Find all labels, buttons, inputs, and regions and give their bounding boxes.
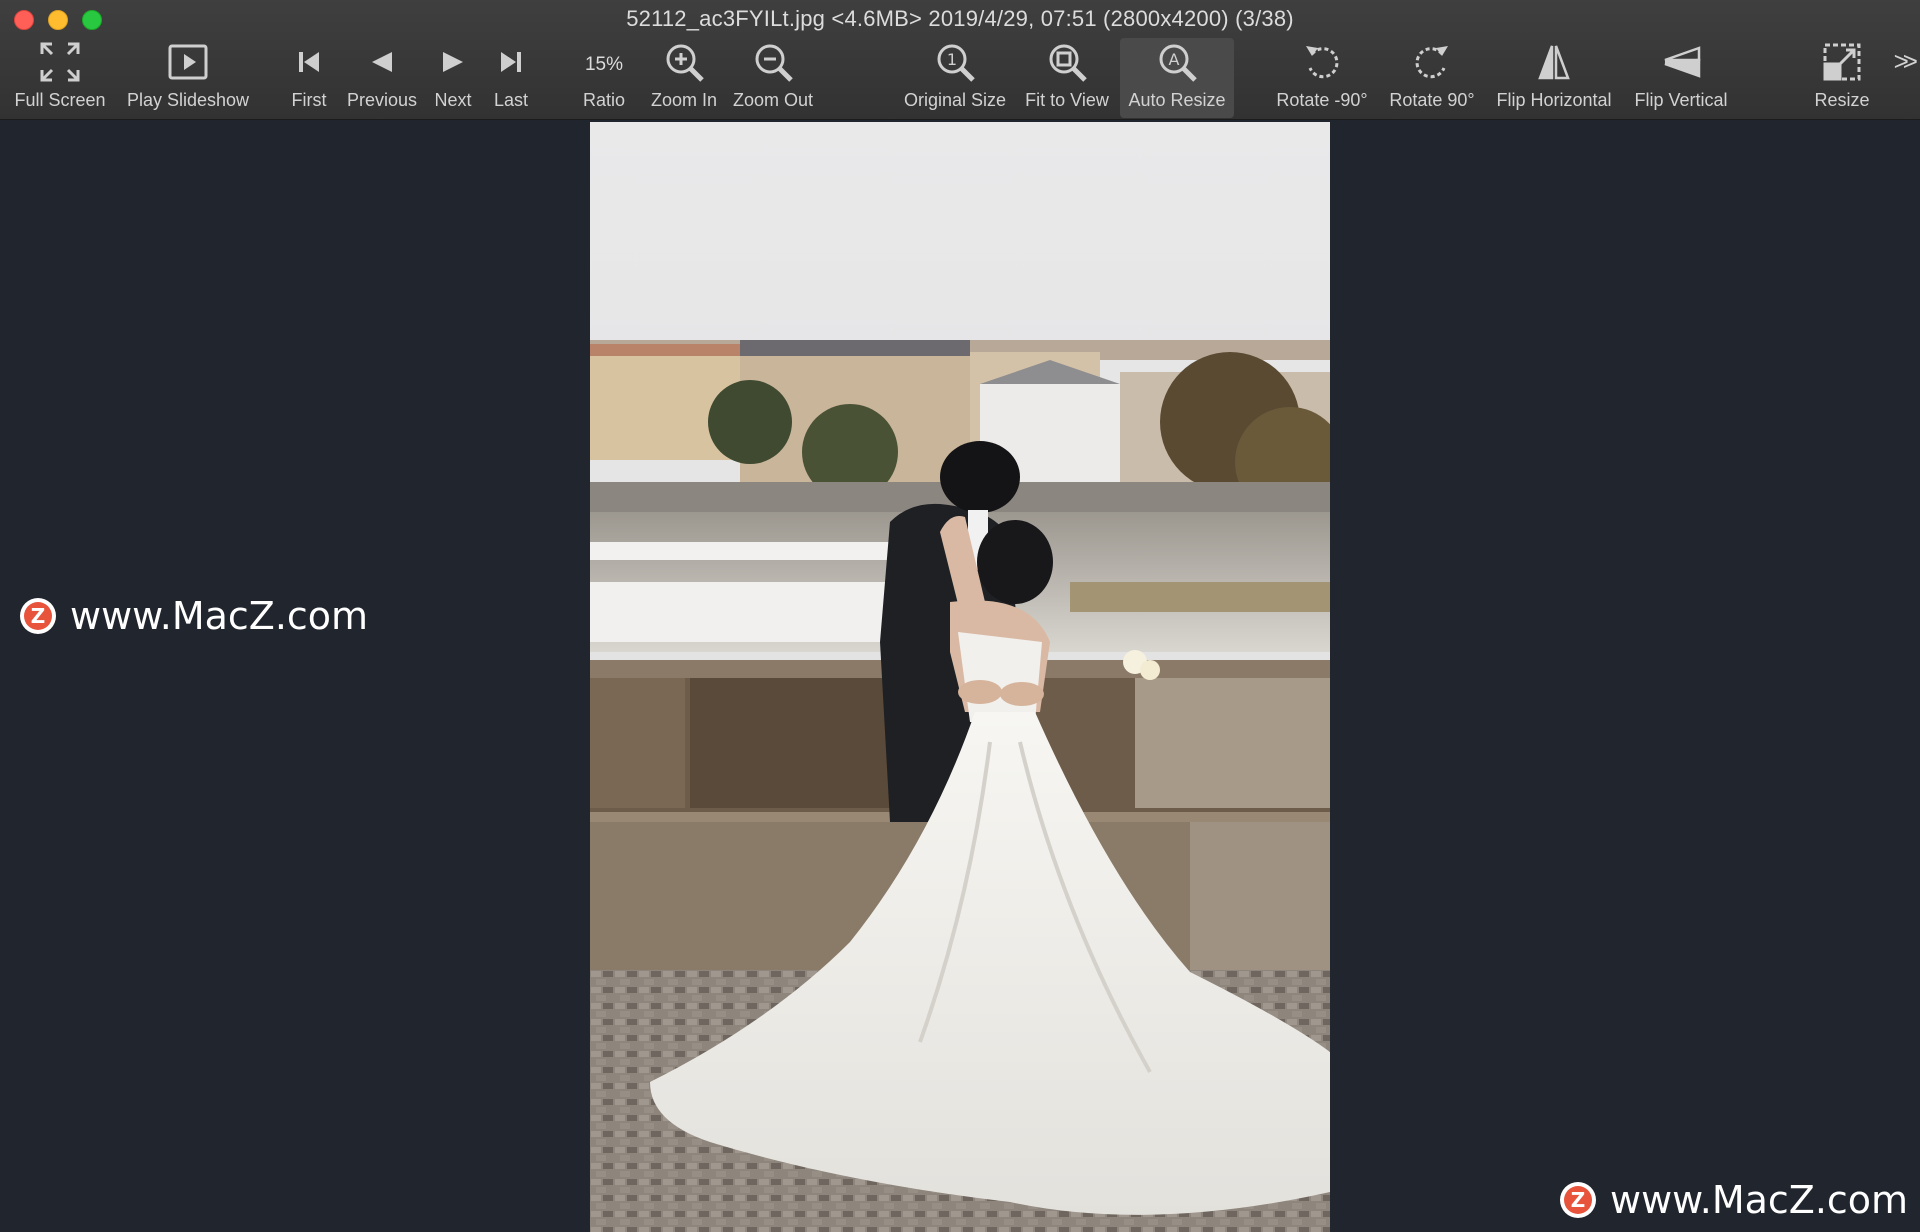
next-button[interactable]: Next bbox=[428, 38, 478, 118]
last-button[interactable]: Last bbox=[486, 38, 536, 118]
ratio-label: Ratio bbox=[582, 90, 626, 110]
zoom-out-label: Zoom Out bbox=[732, 90, 814, 110]
auto-resize-button[interactable]: A Auto Resize bbox=[1120, 38, 1234, 118]
image-canvas: Z www.MacZ.com Z www.MacZ.com bbox=[0, 120, 1920, 1232]
expand-arrows-icon bbox=[36, 38, 84, 86]
full-screen-button[interactable]: Full Screen bbox=[10, 38, 110, 118]
flip-vertical-button[interactable]: Flip Vertical bbox=[1628, 38, 1734, 118]
svg-text:A: A bbox=[1169, 50, 1180, 69]
zoom-in-button[interactable]: Zoom In bbox=[646, 38, 722, 118]
displayed-photo bbox=[590, 122, 1330, 1232]
magnifier-minus-icon bbox=[749, 38, 797, 86]
window-title: 52112_ac3FYILt.jpg <4.6MB> 2019/4/29, 07… bbox=[626, 6, 1294, 31]
full-screen-label: Full Screen bbox=[14, 90, 106, 110]
flip-horizontal-icon bbox=[1530, 38, 1578, 86]
magnifier-square-icon bbox=[1043, 38, 1091, 86]
watermark-bottom-right-text: www.MacZ.com bbox=[1610, 1178, 1909, 1222]
macz-logo-icon: Z bbox=[20, 598, 56, 634]
double-chevron-icon[interactable]: >> bbox=[1894, 46, 1919, 77]
flip-horizontal-label: Flip Horizontal bbox=[1496, 90, 1612, 110]
previous-button[interactable]: Previous bbox=[342, 38, 422, 118]
first-label: First bbox=[291, 90, 327, 110]
macz-logo-icon: Z bbox=[1560, 1182, 1596, 1218]
fit-to-view-button[interactable]: Fit to View bbox=[1020, 38, 1114, 118]
resize-button[interactable]: Resize bbox=[1810, 38, 1874, 118]
svg-text:1: 1 bbox=[947, 50, 957, 69]
magnifier-a-icon: A bbox=[1153, 38, 1201, 86]
skip-first-icon bbox=[285, 38, 333, 86]
toolbar: 52112_ac3FYILt.jpg <4.6MB> 2019/4/29, 07… bbox=[0, 0, 1920, 120]
next-label: Next bbox=[434, 90, 472, 110]
ratio-value: 15% bbox=[584, 54, 624, 75]
rotate-left-label: Rotate -90° bbox=[1276, 90, 1368, 110]
watermark-left-text: www.MacZ.com bbox=[70, 594, 369, 638]
ratio-control[interactable]: 15% Ratio bbox=[574, 38, 634, 118]
play-slideshow-button[interactable]: Play Slideshow bbox=[118, 38, 258, 118]
wedding-photo-illustration bbox=[590, 122, 1330, 1232]
rotate-cw-icon bbox=[1408, 38, 1456, 86]
image-viewer-window: 52112_ac3FYILt.jpg <4.6MB> 2019/4/29, 07… bbox=[0, 0, 1920, 1232]
skip-last-icon bbox=[487, 38, 535, 86]
flip-vertical-icon bbox=[1657, 38, 1705, 86]
fit-to-view-label: Fit to View bbox=[1025, 90, 1109, 110]
zoom-out-button[interactable]: Zoom Out bbox=[728, 38, 818, 118]
last-label: Last bbox=[493, 90, 529, 110]
rotate-right-label: Rotate 90° bbox=[1389, 90, 1475, 110]
resize-icon bbox=[1818, 38, 1866, 86]
zoom-in-label: Zoom In bbox=[650, 90, 718, 110]
flip-vertical-label: Flip Vertical bbox=[1634, 90, 1728, 110]
previous-label: Previous bbox=[346, 90, 418, 110]
play-slideshow-label: Play Slideshow bbox=[126, 90, 250, 110]
triangle-left-icon bbox=[358, 38, 406, 86]
rotate-right-button[interactable]: Rotate 90° bbox=[1384, 38, 1480, 118]
resize-label: Resize bbox=[1814, 90, 1870, 110]
watermark-left: Z www.MacZ.com bbox=[20, 594, 368, 638]
auto-resize-label: Auto Resize bbox=[1128, 90, 1226, 110]
magnifier-plus-icon bbox=[660, 38, 708, 86]
play-square-icon bbox=[164, 38, 212, 86]
watermark-bottom-right: Z www.MacZ.com bbox=[1560, 1178, 1908, 1222]
first-button[interactable]: First bbox=[284, 38, 334, 118]
original-size-button[interactable]: 1 Original Size bbox=[898, 38, 1012, 118]
rotate-ccw-icon bbox=[1298, 38, 1346, 86]
rotate-left-button[interactable]: Rotate -90° bbox=[1270, 38, 1374, 118]
triangle-right-icon bbox=[429, 38, 477, 86]
magnifier-one-icon: 1 bbox=[931, 38, 979, 86]
flip-horizontal-button[interactable]: Flip Horizontal bbox=[1490, 38, 1618, 118]
original-size-label: Original Size bbox=[903, 90, 1007, 110]
